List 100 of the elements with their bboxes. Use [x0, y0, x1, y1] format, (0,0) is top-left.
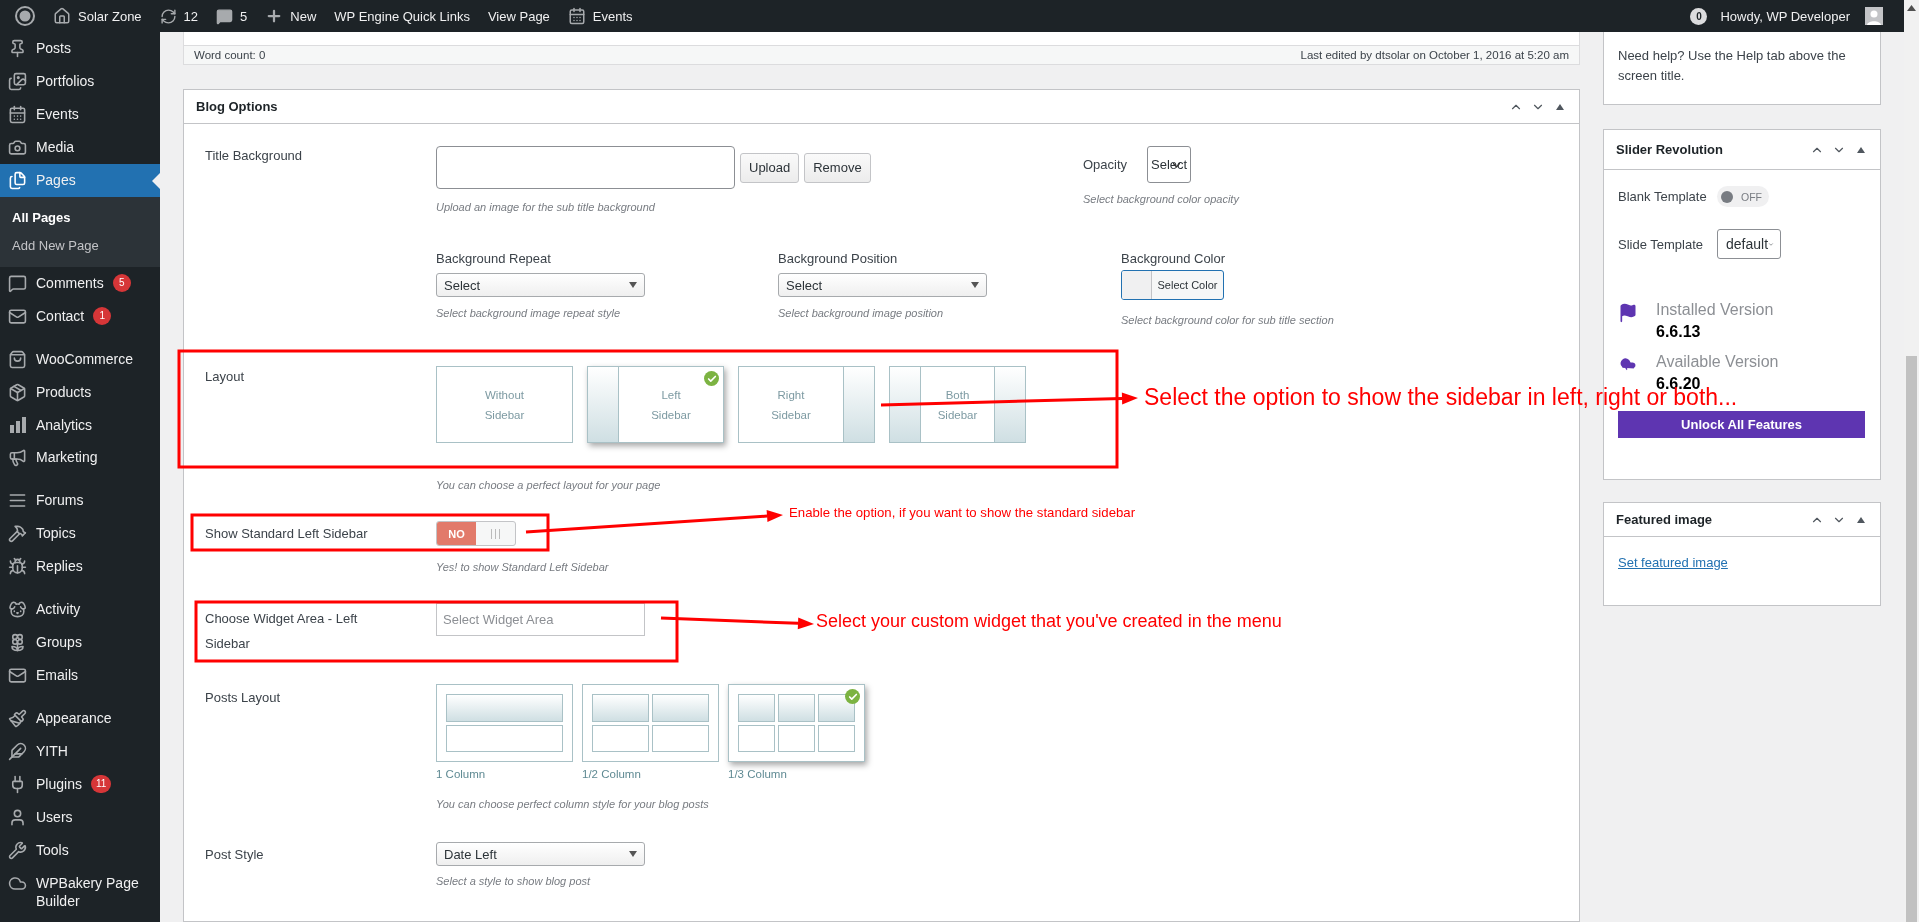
menu-item[interactable]: Replies: [0, 550, 160, 583]
menu-item[interactable]: Posts: [0, 32, 160, 65]
widget-area-field[interactable]: Select Widget Area: [436, 603, 645, 636]
menu-item[interactable]: Analytics: [0, 409, 160, 441]
menu-item[interactable]: Appearance: [0, 702, 160, 735]
toolbar-link[interactable]: View Page: [478, 0, 559, 32]
menu-item[interactable]: Products: [0, 376, 160, 409]
pin-icon: [8, 39, 27, 58]
menu-item[interactable]: Users: [0, 801, 160, 834]
field-label: Blank Template: [1618, 189, 1708, 204]
column-block: [738, 724, 775, 752]
site-name-link[interactable]: Solar Zone: [44, 0, 151, 32]
toolbar-link[interactable]: WP Engine Quick Links: [325, 0, 479, 32]
column-block: [738, 694, 775, 722]
panel-title: Blog Options: [196, 99, 279, 114]
column-block: [818, 724, 855, 752]
menu-item[interactable]: Media: [0, 131, 160, 164]
caret-icon: [629, 851, 637, 857]
column-block: [652, 694, 709, 722]
cloud-icon: [8, 874, 27, 893]
pages-icon: [8, 171, 27, 190]
menu-item[interactable]: Plugins 11: [0, 768, 160, 801]
field-label: Show Standard Left Sidebar: [205, 525, 368, 542]
menu-item[interactable]: WPBakery Page Builder: [0, 867, 160, 917]
annotation-text: Select your custom widget that you've created in the menu: [816, 611, 1282, 633]
account-link[interactable]: Howdy, WP Developer: [1711, 0, 1898, 32]
field-hint: You can choose perfect column style for your blog posts: [436, 798, 710, 810]
menu-item[interactable]: Marketing: [0, 441, 160, 474]
menu-item[interactable]: Portfolios: [0, 65, 160, 98]
column-block: [818, 694, 855, 722]
calendar-icon: [567, 7, 586, 25]
field-label: Post Style: [205, 846, 264, 863]
upload-action-button[interactable]: Upload: [740, 152, 800, 183]
updates-link[interactable]: 12: [150, 0, 208, 32]
set-featured-image-link[interactable]: Set featured image: [1618, 555, 1728, 570]
field-hint: Yes! to show Standard Left Sidebar: [436, 561, 610, 573]
field-label: Background Position: [778, 251, 899, 266]
mail-icon: [8, 307, 27, 326]
field-hint: Upload an image for the sub title background: [436, 201, 656, 213]
version-label: Installed Version: [1656, 301, 1774, 319]
menu-item[interactable]: Events: [0, 98, 160, 131]
new-link[interactable]: New: [256, 0, 326, 32]
option-label: 1/2 Column: [582, 768, 642, 780]
toggle-switch[interactable]: OFF: [1717, 186, 1769, 207]
submenu-item[interactable]: Add New Page: [0, 232, 160, 260]
dog-icon: [8, 600, 27, 619]
field-hint: Select background color opacity: [1083, 193, 1241, 205]
bag-icon: [8, 350, 27, 369]
menu-item[interactable]: Emails: [0, 659, 160, 692]
upload-field[interactable]: [436, 146, 735, 189]
count-badge: 5: [112, 274, 131, 292]
notification-badge[interactable]: 0: [1690, 7, 1708, 25]
menu-item[interactable]: Pages: [0, 164, 160, 197]
select-field[interactable]: Date Left: [436, 842, 645, 866]
caret-icon: [1173, 163, 1181, 168]
help-text: Need help? Use the Help tab above the screen title.: [1618, 47, 1847, 85]
flag-icon: [1618, 303, 1638, 323]
camera-icon: [8, 138, 27, 157]
menu-item[interactable]: WooCommerce: [0, 343, 160, 376]
field-hint: You can choose a perfect layout for your page: [436, 479, 662, 491]
last-edited-text: Last edited by dtsolar on October 1, 2016 at 5:20 am: [1300, 49, 1569, 61]
comment-icon: [216, 7, 234, 25]
field-label: Background Color: [1121, 251, 1227, 266]
menu-item[interactable]: Groups: [0, 626, 160, 659]
menu-item[interactable]: Comments 5: [0, 267, 160, 300]
menu-item[interactable]: Tools: [0, 834, 160, 867]
comments-link[interactable]: 5: [207, 0, 257, 32]
count-badge: 11: [90, 775, 112, 793]
caret-icon: [629, 282, 637, 288]
opacity-select[interactable]: Select: [1147, 146, 1192, 183]
menu-item[interactable]: Activity: [0, 593, 160, 626]
column-block: [778, 694, 815, 722]
unlock-button[interactable]: Unlock All Features: [1618, 411, 1865, 438]
menu-item[interactable]: Forums: [0, 484, 160, 517]
field-label: Background Repeat: [436, 251, 552, 266]
column-block: [592, 724, 649, 752]
flower-icon: [8, 633, 27, 652]
select-field[interactable]: Select: [778, 273, 987, 297]
submenu-item[interactable]: All Pages: [0, 204, 160, 232]
calendar-icon: [8, 105, 27, 124]
bug-icon: [8, 557, 27, 576]
field-label: Layout: [205, 368, 245, 385]
select-color-button[interactable]: Select Color: [1121, 270, 1224, 300]
menu-item[interactable]: YITH: [0, 735, 160, 768]
upload-action-button[interactable]: Remove: [804, 152, 871, 183]
mail-icon: [8, 666, 27, 685]
scroll-up-icon[interactable]: [1907, 5, 1916, 11]
menu-item[interactable]: Topics: [0, 517, 160, 550]
list-icon: [8, 491, 27, 510]
column-block: [652, 724, 709, 752]
events-link[interactable]: Events: [558, 0, 642, 32]
select-field[interactable]: default: [1717, 229, 1781, 259]
select-field[interactable]: Select: [436, 273, 645, 297]
version-label: Available Version: [1656, 353, 1779, 371]
megaphone-icon: [8, 448, 27, 467]
paintbrush-icon: [8, 709, 27, 728]
menu-item[interactable]: Contact 1: [0, 300, 160, 333]
caret-icon: [971, 282, 979, 288]
field-hint: Select background color for sub title section: [1121, 314, 1335, 326]
check-icon: [704, 371, 719, 386]
